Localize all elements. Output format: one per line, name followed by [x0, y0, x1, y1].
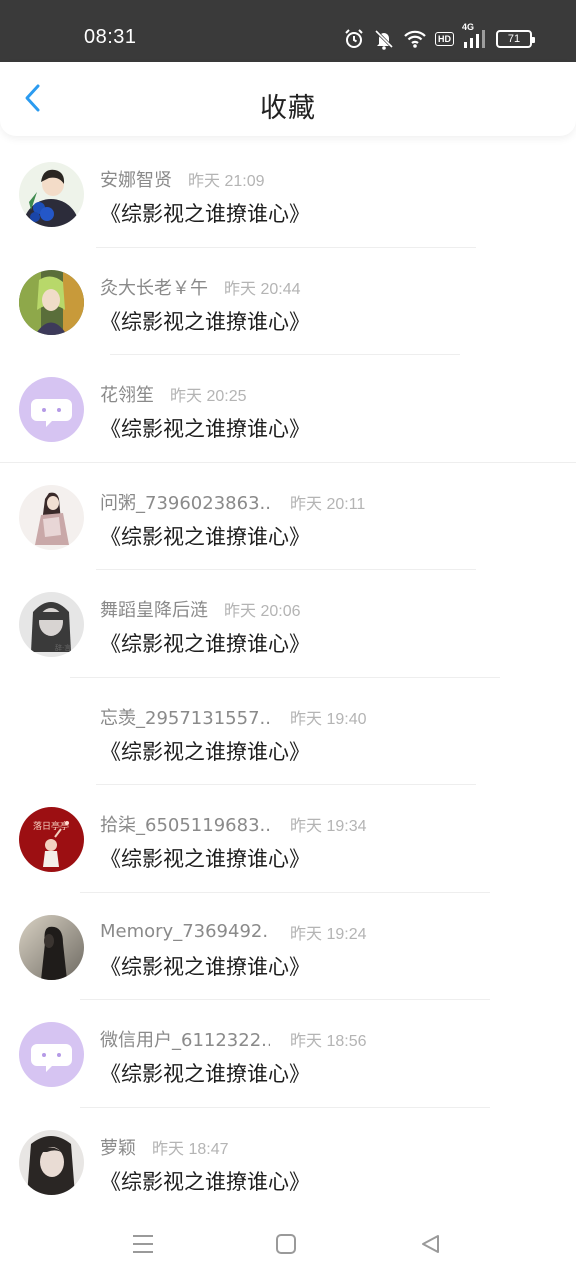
alarm-icon: [343, 28, 365, 50]
favorites-list: 安娜智贤 昨天 21:09 《综影视之谁撩谁心》 灸大长老￥午 昨天 20:44…: [0, 140, 576, 1215]
timestamp: 昨天 18:47: [152, 1140, 229, 1158]
battery-icon: 71: [496, 30, 535, 48]
network-label: 4G: [462, 22, 475, 32]
item-content: 《综影视之谁撩谁心》: [100, 202, 310, 226]
app-header: 收藏: [0, 62, 576, 136]
username: Memory_7369492...: [100, 921, 270, 942]
menu-icon: [131, 1233, 155, 1259]
timestamp: 昨天 20:25: [170, 388, 247, 405]
home-button[interactable]: [272, 1232, 300, 1260]
hd-icon: HD: [435, 32, 454, 46]
avatar[interactable]: [19, 377, 84, 442]
username: 拾柒_6505119683...: [100, 815, 270, 836]
item-content: 《综影视之谁撩谁心》: [100, 739, 310, 764]
list-item[interactable]: 辞·言 舞蹈皇降后涟 昨天 20:06 《综影视之谁撩谁心》: [0, 570, 576, 678]
list-item[interactable]: 花翎笙 昨天 20:25 《综影视之谁撩谁心》: [0, 355, 576, 463]
item-meta: 忘羡_2957131557... 昨天 19:40: [100, 705, 367, 729]
back-triangle-icon: [419, 1233, 441, 1259]
item-meta: 舞蹈皇降后涟 昨天 20:06: [100, 597, 301, 621]
list-item[interactable]: Memory_7369492... 昨天 19:24 《综影视之谁撩谁心》: [0, 893, 576, 1000]
timestamp: 昨天 19:24: [290, 925, 367, 943]
item-meta: 问粥_7396023863... 昨天 20:11: [100, 490, 365, 514]
avatar[interactable]: [19, 269, 84, 335]
timestamp: 昨天 20:44: [224, 280, 301, 298]
home-icon: [275, 1233, 297, 1259]
wifi-icon: [403, 29, 427, 49]
timestamp: 昨天 21:09: [188, 173, 265, 190]
avatar[interactable]: [19, 699, 84, 765]
avatar[interactable]: [19, 162, 84, 227]
signal-4g-icon: 4G: [462, 22, 488, 50]
svg-text:落日亭亭: 落日亭亭: [33, 820, 69, 832]
status-bar: 08:31 HD 4G 71: [0, 0, 576, 62]
timestamp: 昨天 19:40: [290, 710, 367, 728]
avatar[interactable]: 落日亭亭: [19, 807, 84, 872]
username: 问粥_7396023863...: [100, 492, 270, 514]
username: 安娜智贤: [100, 170, 172, 191]
item-meta: 花翎笙 昨天 20:25: [100, 382, 247, 406]
item-content: 《综影视之谁撩谁心》: [100, 1169, 310, 1194]
menu-button[interactable]: [129, 1232, 157, 1260]
avatar[interactable]: [19, 914, 84, 980]
item-content: 《综影视之谁撩谁心》: [100, 524, 310, 549]
mute-icon: [373, 28, 395, 50]
avatar[interactable]: 辞·言: [19, 592, 84, 657]
list-item[interactable]: 落日亭亭 拾柒_6505119683... 昨天 19:34 《综影视之谁撩谁心…: [0, 785, 576, 893]
item-content: 《综影视之谁撩谁心》: [100, 632, 310, 656]
list-item[interactable]: 忘羡_2957131557... 昨天 19:40 《综影视之谁撩谁心》: [0, 678, 576, 785]
svg-text:辞·言: 辞·言: [55, 643, 71, 652]
username: 花翎笙: [100, 385, 154, 406]
item-meta: 灸大长老￥午 昨天 20:44: [100, 275, 301, 299]
timestamp: 昨天 18:56: [290, 1033, 367, 1050]
timestamp: 昨天 19:34: [290, 818, 367, 835]
item-content: 《综影视之谁撩谁心》: [100, 417, 310, 441]
username: 舞蹈皇降后涟: [100, 600, 208, 621]
item-content: 《综影视之谁撩谁心》: [100, 847, 310, 871]
avatar[interactable]: [19, 484, 84, 550]
item-meta: 萝颖 昨天 18:47: [100, 1135, 229, 1159]
item-meta: 拾柒_6505119683... 昨天 19:34: [100, 812, 367, 836]
username: 灸大长老￥午: [100, 277, 208, 299]
list-item[interactable]: 萝颖 昨天 18:47 《综影视之谁撩谁心》: [0, 1108, 576, 1216]
item-meta: 微信用户_6112322... 昨天 18:56: [100, 1027, 367, 1051]
username: 忘羡_2957131557...: [100, 707, 270, 729]
avatar[interactable]: [19, 1129, 84, 1195]
item-meta: Memory_7369492... 昨天 19:24: [100, 920, 367, 944]
status-icons: HD 4G 71: [343, 22, 535, 51]
list-item[interactable]: 问粥_7396023863... 昨天 20:11 《综影视之谁撩谁心》: [0, 463, 576, 570]
navigation-bar: [0, 1210, 576, 1280]
list-item[interactable]: 微信用户_6112322... 昨天 18:56 《综影视之谁撩谁心》: [0, 1000, 576, 1108]
list-item[interactable]: 安娜智贤 昨天 21:09 《综影视之谁撩谁心》: [0, 140, 576, 248]
timestamp: 昨天 20:11: [290, 495, 366, 513]
item-content: 《综影视之谁撩谁心》: [100, 1062, 310, 1086]
username: 萝颖: [100, 1137, 136, 1159]
timestamp: 昨天 20:06: [224, 603, 301, 620]
page-title: 收藏: [260, 93, 316, 124]
username: 微信用户_6112322...: [100, 1030, 270, 1051]
status-time: 08:31: [84, 26, 137, 48]
item-content: 《综影视之谁撩谁心》: [100, 954, 310, 979]
item-content: 《综影视之谁撩谁心》: [100, 309, 310, 334]
item-meta: 安娜智贤 昨天 21:09: [100, 167, 265, 191]
list-item[interactable]: 灸大长老￥午 昨天 20:44 《综影视之谁撩谁心》: [0, 248, 576, 355]
battery-level: 71: [507, 33, 521, 45]
back-nav-button[interactable]: [416, 1232, 444, 1260]
avatar[interactable]: [19, 1022, 84, 1087]
